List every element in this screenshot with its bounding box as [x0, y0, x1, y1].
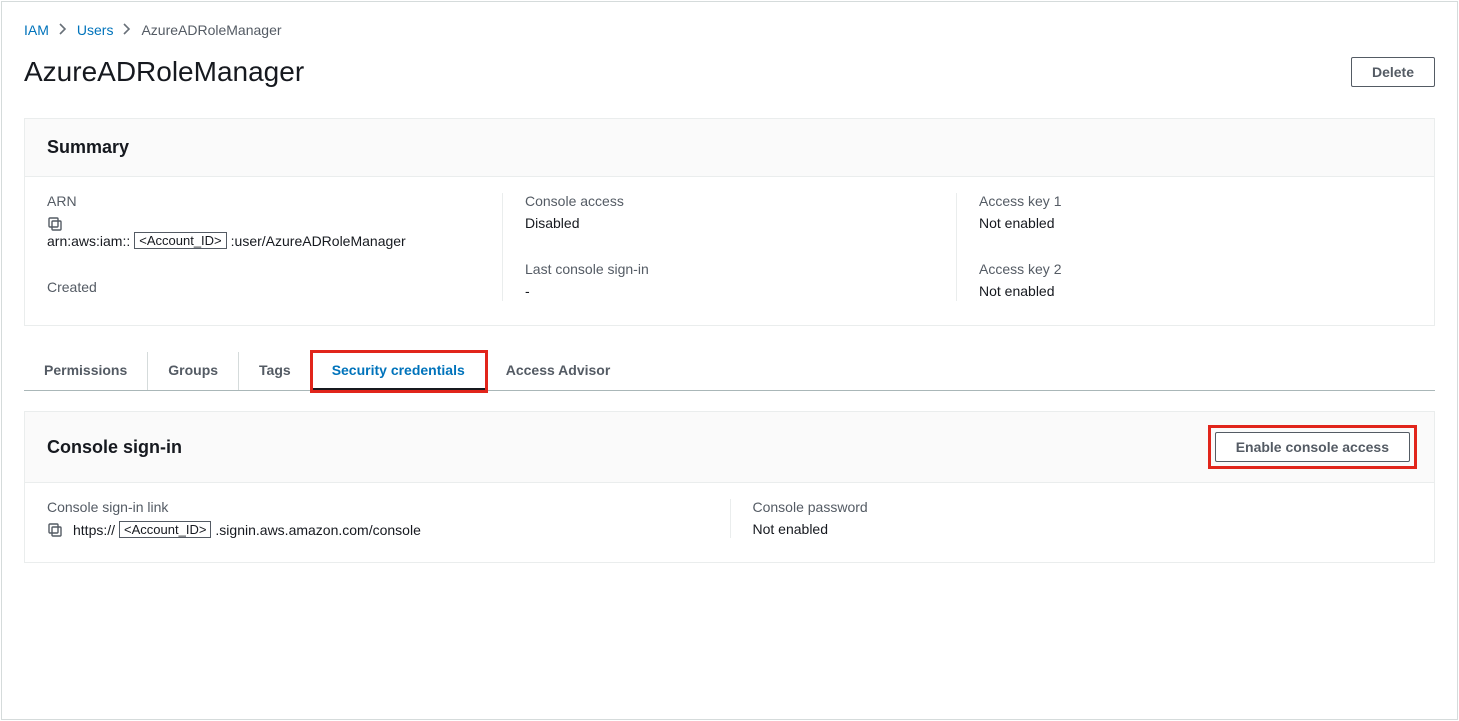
tab-groups[interactable]: Groups — [148, 352, 239, 390]
access-key1-value: Not enabled — [979, 215, 1055, 231]
delete-button[interactable]: Delete — [1351, 57, 1435, 87]
last-signin-label: Last console sign-in — [525, 261, 934, 277]
tab-security-credentials[interactable]: Security credentials — [312, 352, 486, 391]
tab-tags[interactable]: Tags — [239, 352, 312, 390]
console-signin-panel: Console sign-in Enable console access Co… — [24, 411, 1435, 563]
summary-col-mid: Console access Disabled Last console sig… — [502, 193, 957, 301]
enable-console-access-highlight: Enable console access — [1213, 430, 1412, 464]
copy-icon[interactable] — [47, 216, 63, 232]
last-signin-value: - — [525, 283, 530, 299]
console-access-value: Disabled — [525, 215, 579, 231]
summary-col-left: ARN arn:aws:iam:: <Account_ID> :user/Azu… — [47, 193, 502, 301]
console-access-label: Console access — [525, 193, 934, 209]
console-password-value: Not enabled — [753, 521, 829, 537]
chevron-right-icon — [123, 22, 131, 38]
summary-heading: Summary — [47, 137, 129, 158]
tab-access-advisor[interactable]: Access Advisor — [486, 352, 631, 390]
arn-value: arn:aws:iam:: <Account_ID> :user/AzureAD… — [47, 232, 480, 249]
breadcrumb-users-link[interactable]: Users — [77, 22, 114, 38]
page-title: AzureADRoleManager — [24, 56, 304, 88]
access-key2-label: Access key 2 — [979, 261, 1390, 277]
iam-user-detail-page: IAM Users AzureADRoleManager AzureADRole… — [1, 1, 1458, 720]
breadcrumb-current: AzureADRoleManager — [141, 22, 281, 38]
console-signin-body: Console sign-in link https:// <Account_I… — [25, 483, 1434, 562]
summary-panel-header: Summary — [25, 119, 1434, 177]
enable-console-access-button[interactable]: Enable console access — [1215, 432, 1410, 462]
access-key1-label: Access key 1 — [979, 193, 1390, 209]
copy-icon[interactable] — [47, 522, 63, 538]
created-label: Created — [47, 279, 480, 295]
chevron-right-icon — [59, 22, 67, 38]
account-id-placeholder: <Account_ID> — [119, 521, 211, 538]
account-id-placeholder: <Account_ID> — [134, 232, 226, 249]
console-password-section: Console password Not enabled — [730, 499, 1413, 538]
breadcrumb-iam-link[interactable]: IAM — [24, 22, 49, 38]
console-signin-link-label: Console sign-in link — [47, 499, 730, 515]
tab-permissions[interactable]: Permissions — [24, 352, 148, 390]
summary-col-right: Access key 1 Not enabled Access key 2 No… — [957, 193, 1412, 301]
access-key2-value: Not enabled — [979, 283, 1055, 299]
arn-label: ARN — [47, 193, 480, 209]
breadcrumb: IAM Users AzureADRoleManager — [24, 22, 1435, 38]
console-signin-header: Console sign-in Enable console access — [25, 412, 1434, 483]
console-password-label: Console password — [753, 499, 1413, 515]
console-signin-link-section: Console sign-in link https:// <Account_I… — [47, 499, 730, 538]
title-row: AzureADRoleManager Delete — [24, 56, 1435, 88]
tabs: Permissions Groups Tags Security credent… — [24, 352, 1435, 391]
summary-panel: Summary ARN arn:aws:iam:: <A — [24, 118, 1435, 326]
summary-panel-body: ARN arn:aws:iam:: <Account_ID> :user/Azu… — [25, 177, 1434, 325]
console-signin-heading: Console sign-in — [47, 437, 182, 458]
console-signin-link-value: https:// <Account_ID> .signin.aws.amazon… — [47, 521, 730, 538]
